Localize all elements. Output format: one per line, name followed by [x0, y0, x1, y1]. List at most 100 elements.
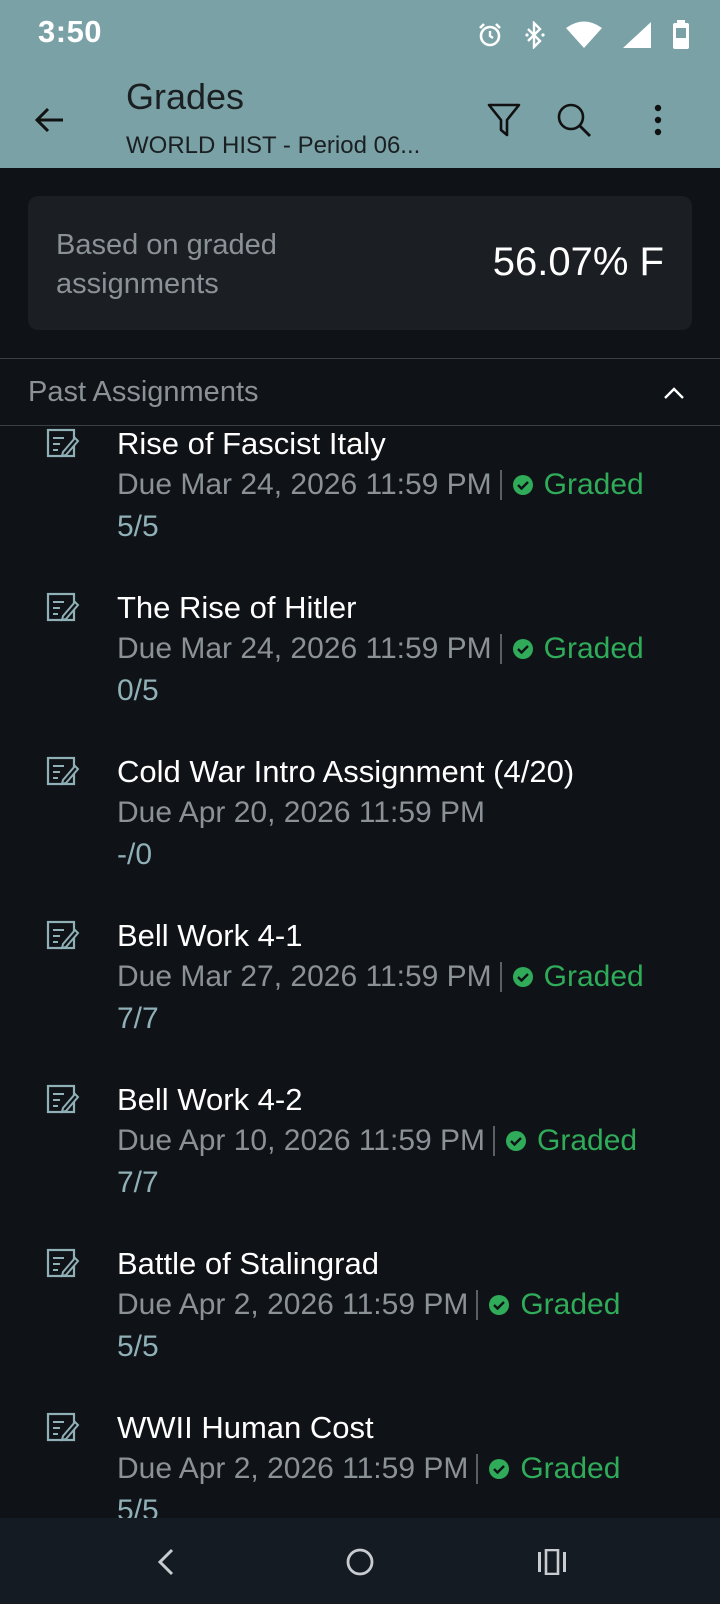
- meta-divider: [476, 1290, 479, 1320]
- status-time: 3:50: [38, 14, 103, 49]
- section-title: Past Assignments: [28, 376, 259, 408]
- check-circle-icon: [512, 639, 533, 659]
- check-circle-icon: [489, 1295, 510, 1315]
- assignment-score: -/0: [117, 838, 153, 871]
- assignment-due: Due Apr 10, 2026 11:59 PM: [117, 1124, 486, 1157]
- meta-divider: [499, 470, 502, 500]
- assignment-due: Due Mar 24, 2026 11:59 PM: [117, 632, 492, 665]
- graded-label: Graded: [520, 1288, 621, 1321]
- assignment-row[interactable]: Rise of Fascist Italy Due Mar 24, 2026 11…: [0, 426, 720, 590]
- search-icon: [557, 103, 591, 137]
- alarm-icon: [476, 21, 504, 49]
- assignment-score: 5/5: [117, 510, 159, 543]
- wifi-icon: [566, 21, 602, 49]
- assignment-due: Due Mar 24, 2026 11:59 PM: [117, 468, 492, 501]
- assignment-row[interactable]: Battle of Stalingrad Due Apr 2, 2026 11:5…: [0, 1244, 720, 1410]
- back-button[interactable]: [24, 94, 76, 146]
- assignment-meta: Due Mar 24, 2026 11:59 PM Graded: [117, 468, 644, 502]
- status-icons: [476, 18, 690, 52]
- assignment-name: Rise of Fascist Italy: [117, 426, 386, 461]
- assignment-meta: Due Mar 24, 2026 11:59 PM Graded: [117, 632, 644, 666]
- meta-divider: [476, 1454, 479, 1484]
- graded-status: Graded: [512, 632, 644, 666]
- home-nav-icon: [346, 1548, 374, 1576]
- page-subtitle: WORLD HIST - Period 06...: [126, 132, 421, 159]
- assignment-row[interactable]: Cold War Intro Assignment (4/20) Due Apr …: [0, 752, 720, 918]
- collapse-button[interactable]: [656, 375, 692, 411]
- check-circle-icon: [489, 1459, 510, 1479]
- assignment-icon: [46, 592, 80, 629]
- page-title: Grades: [126, 76, 245, 117]
- assignment-meta: Due Apr 2, 2026 11:59 PM Graded: [117, 1288, 620, 1322]
- graded-status: Graded: [505, 1124, 637, 1158]
- back-arrow-icon: [34, 107, 63, 133]
- assignment-score: 0/5: [117, 674, 159, 707]
- assignment-due: Due Apr 2, 2026 11:59 PM: [117, 1288, 469, 1321]
- nav-home-button[interactable]: [336, 1538, 384, 1586]
- assignment-icon: [46, 428, 80, 465]
- grade-summary-card: Based on graded assignments 56.07% F: [28, 196, 692, 330]
- overall-grade: 56.07% F: [492, 240, 664, 284]
- assignment-list[interactable]: Rise of Fascist Italy Due Mar 24, 2026 11…: [0, 426, 720, 1518]
- graded-status: Graded: [512, 960, 644, 994]
- assignment-meta: Due Apr 10, 2026 11:59 PM Graded: [117, 1124, 637, 1158]
- assignment-icon: [46, 1084, 80, 1121]
- assignment-name: Battle of Stalingrad: [117, 1246, 379, 1281]
- assignment-score: 5/5: [117, 1330, 159, 1363]
- graded-label: Graded: [543, 468, 644, 501]
- filter-icon: [487, 103, 521, 137]
- more-vert-icon: [654, 104, 662, 136]
- signal-icon: [622, 21, 652, 49]
- check-circle-icon: [506, 1131, 527, 1151]
- assignment-icon: [46, 756, 80, 793]
- assignment-icon: [46, 1248, 80, 1285]
- meta-divider: [499, 634, 502, 664]
- summary-label: Based on graded assignments: [56, 229, 277, 300]
- assignment-row[interactable]: WWII Human Cost Due Apr 2, 2026 11:59 PM G…: [0, 1408, 720, 1518]
- assignment-name: Cold War Intro Assignment (4/20): [117, 754, 575, 789]
- assignment-meta: Due Mar 27, 2026 11:59 PM Graded: [117, 960, 644, 994]
- graded-status: Graded: [512, 468, 644, 502]
- recents-nav-icon: [538, 1549, 566, 1575]
- assignment-row[interactable]: Bell Work 4-1 Due Mar 27, 2026 11:59 PM Gr…: [0, 916, 720, 1082]
- search-button[interactable]: [548, 94, 600, 146]
- assignment-name: Bell Work 4-2: [117, 1082, 303, 1117]
- system-nav-bar: [0, 1518, 720, 1604]
- assignment-name: Bell Work 4-1: [117, 918, 303, 953]
- status-bar: 3:50: [0, 0, 720, 70]
- assignment-icon: [46, 1412, 80, 1449]
- graded-status: Graded: [488, 1452, 620, 1486]
- meta-divider: [493, 1126, 496, 1156]
- check-circle-icon: [512, 475, 533, 495]
- check-circle-icon: [512, 967, 533, 987]
- assignment-score: 5/5: [117, 1494, 159, 1518]
- battery-icon: [672, 20, 690, 50]
- assignment-name: WWII Human Cost: [117, 1410, 374, 1445]
- assignment-due: Due Apr 20, 2026 11:59 PM: [117, 796, 486, 829]
- assignment-due: Due Apr 2, 2026 11:59 PM: [117, 1452, 469, 1485]
- more-options-button[interactable]: [632, 94, 684, 146]
- assignment-meta: Due Apr 20, 2026 11:59 PM: [117, 796, 485, 830]
- assignment-row[interactable]: The Rise of Hitler Due Mar 24, 2026 11:59…: [0, 588, 720, 754]
- graded-label: Graded: [543, 632, 644, 665]
- nav-back-button[interactable]: [142, 1538, 190, 1586]
- assignment-score: 7/7: [117, 1166, 159, 1199]
- app-header: 3:50 Grades WORLD HIST - Period 06...: [0, 0, 720, 168]
- assignment-meta: Due Apr 2, 2026 11:59 PM Graded: [117, 1452, 620, 1486]
- meta-divider: [499, 962, 502, 992]
- filter-button[interactable]: [478, 94, 530, 146]
- nav-recents-button[interactable]: [528, 1538, 576, 1586]
- assignment-row[interactable]: Bell Work 4-2 Due Apr 10, 2026 11:59 PM Gr…: [0, 1080, 720, 1246]
- bluetooth-icon: [524, 21, 546, 49]
- assignment-score: 7/7: [117, 1002, 159, 1035]
- graded-label: Graded: [537, 1124, 638, 1157]
- graded-label: Graded: [520, 1452, 621, 1485]
- assignment-due: Due Mar 27, 2026 11:59 PM: [117, 960, 492, 993]
- assignment-name: The Rise of Hitler: [117, 590, 357, 625]
- graded-status: Graded: [488, 1288, 620, 1322]
- graded-label: Graded: [543, 960, 644, 993]
- chevron-up-icon: [664, 387, 684, 399]
- past-assignments-header[interactable]: Past Assignments: [0, 358, 720, 426]
- back-nav-icon: [157, 1548, 174, 1576]
- assignment-icon: [46, 920, 80, 957]
